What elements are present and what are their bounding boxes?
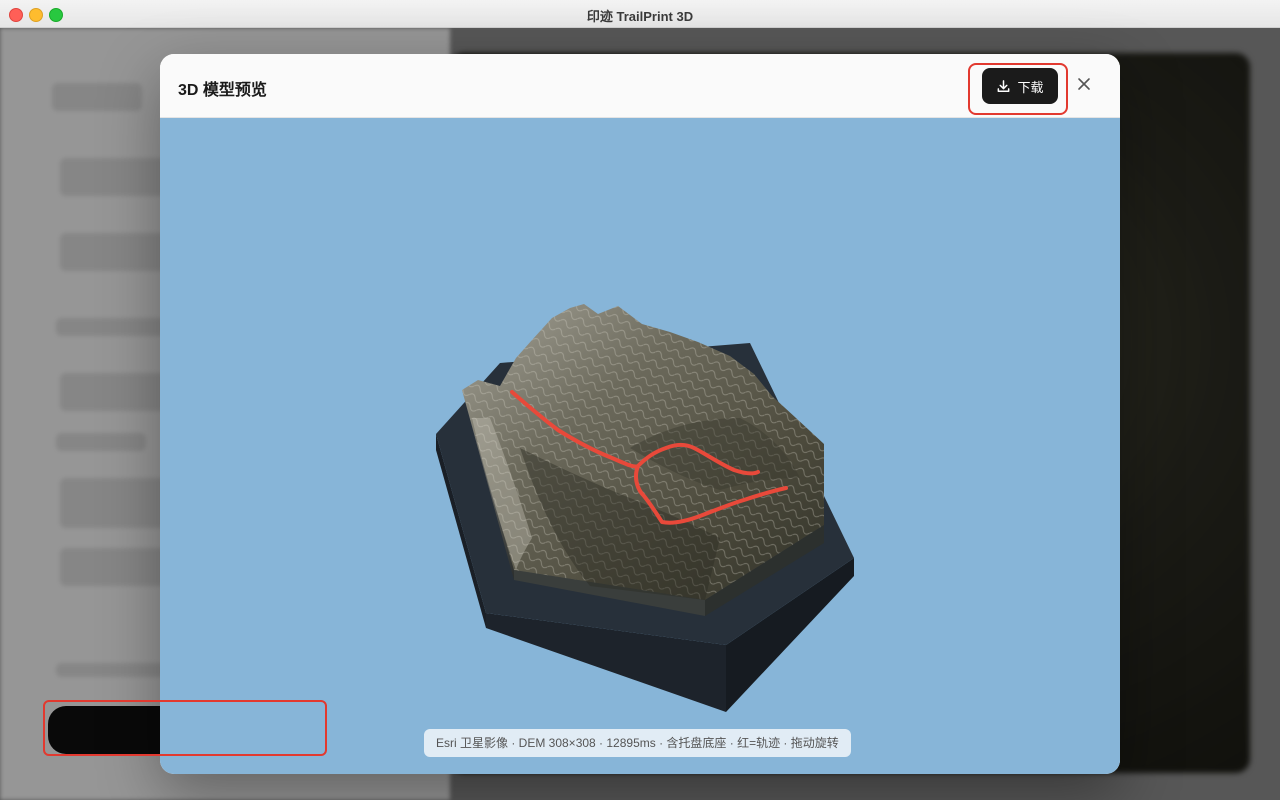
terrain-model bbox=[436, 304, 854, 712]
download-button[interactable]: 下载 bbox=[982, 68, 1058, 104]
download-label: 下载 bbox=[1017, 79, 1044, 95]
window-title: 印迹 TrailPrint 3D bbox=[586, 9, 694, 24]
close-icon bbox=[1077, 77, 1091, 96]
download-icon bbox=[996, 79, 1011, 94]
window-titlebar: 印迹 TrailPrint 3D bbox=[0, 0, 1280, 28]
3d-viewer-canvas[interactable]: Esri 卫星影像 · DEM 308×308 · 12895ms · 含托盘底… bbox=[160, 118, 1120, 774]
close-button[interactable] bbox=[1072, 74, 1096, 98]
model-info-bar: Esri 卫星影像 · DEM 308×308 · 12895ms · 含托盘底… bbox=[424, 729, 851, 757]
model-preview-modal: 3D 模型预览 下载 Esri 卫星影像 · DEM 308×308 · 128… bbox=[160, 54, 1120, 774]
modal-header: 3D 模型预览 下载 bbox=[160, 54, 1120, 118]
modal-title: 3D 模型预览 bbox=[178, 82, 267, 99]
